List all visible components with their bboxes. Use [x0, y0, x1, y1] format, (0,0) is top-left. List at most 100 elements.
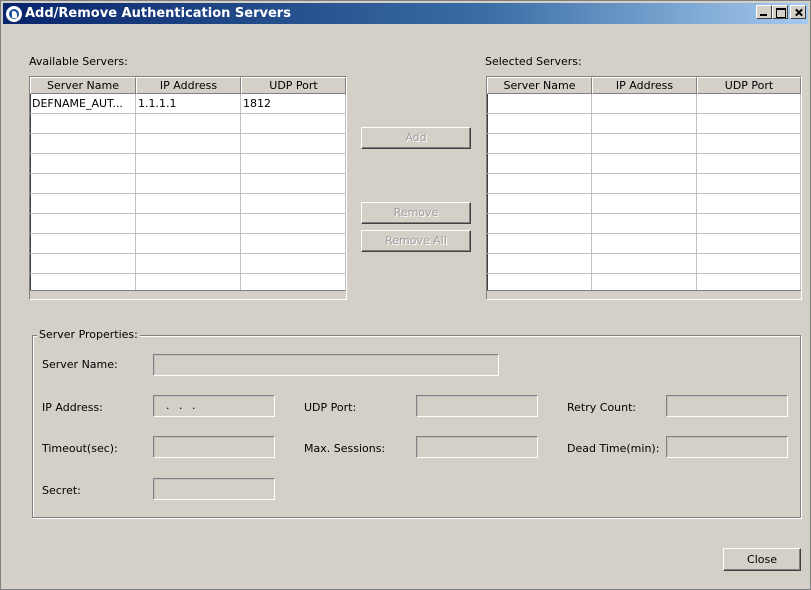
table-row[interactable]: [487, 174, 801, 194]
table-cell: 1.1.1.1: [136, 94, 241, 113]
table-cell: [487, 254, 592, 273]
server-name-field[interactable]: [153, 354, 499, 376]
table-cell: [697, 254, 801, 273]
selected-servers-table[interactable]: Server Name IP Address UDP Port: [486, 76, 802, 300]
ip-address-field[interactable]: . . .: [153, 395, 275, 417]
table-row[interactable]: [487, 154, 801, 174]
table-cell: [487, 154, 592, 173]
table-cell: DEFNAME_AUT...: [30, 94, 136, 113]
app-logo-icon[interactable]: [6, 5, 22, 22]
table-cell: [30, 134, 136, 153]
retry-count-field[interactable]: [666, 395, 788, 417]
dead-time-field[interactable]: [666, 436, 788, 458]
table-cell: [30, 194, 136, 213]
table-row[interactable]: [487, 214, 801, 234]
table-cell: [697, 154, 801, 173]
close-window-button[interactable]: [790, 5, 806, 19]
max-sessions-field[interactable]: [416, 436, 538, 458]
table-cell: [136, 234, 241, 253]
table-row[interactable]: [30, 234, 346, 254]
max-sessions-label: Max. Sessions:: [304, 442, 386, 455]
remove-all-button[interactable]: Remove All: [361, 230, 471, 252]
table-row[interactable]: [487, 134, 801, 154]
window-title: Add/Remove Authentication Servers: [25, 6, 291, 21]
table-cell: [487, 134, 592, 153]
table-cell: [592, 174, 697, 193]
table-scrollbar[interactable]: [30, 290, 346, 299]
table-cell: [136, 214, 241, 233]
table-cell: [30, 174, 136, 193]
table-cell: [592, 94, 697, 113]
udp-port-label: UDP Port:: [304, 401, 357, 414]
timeout-label: Timeout(sec):: [42, 442, 118, 455]
table-cell: [487, 234, 592, 253]
table-cell: [136, 134, 241, 153]
table-row[interactable]: [487, 114, 801, 134]
table-body: [487, 94, 801, 294]
close-button[interactable]: Close: [723, 548, 801, 571]
table-row[interactable]: [30, 194, 346, 214]
table-cell: [30, 114, 136, 133]
table-cell: [241, 174, 346, 193]
table-cell: [136, 154, 241, 173]
table-cell: [487, 94, 592, 113]
column-header-server-name[interactable]: Server Name: [487, 77, 592, 94]
table-cell: [697, 214, 801, 233]
table-row[interactable]: [30, 134, 346, 154]
table-cell: [487, 194, 592, 213]
available-servers-table[interactable]: Server Name IP Address UDP Port DEFNAME_…: [29, 76, 347, 300]
table-row[interactable]: [30, 254, 346, 274]
table-header: Server Name IP Address UDP Port: [30, 77, 346, 94]
table-row[interactable]: [30, 154, 346, 174]
table-cell: [697, 134, 801, 153]
table-cell: [241, 194, 346, 213]
column-header-ip-address[interactable]: IP Address: [136, 77, 241, 94]
remove-button[interactable]: Remove: [361, 202, 471, 224]
table-row[interactable]: [487, 234, 801, 254]
column-header-udp-port[interactable]: UDP Port: [697, 77, 801, 94]
table-row[interactable]: [30, 114, 346, 134]
retry-count-label: Retry Count:: [567, 401, 637, 414]
table-row[interactable]: [487, 254, 801, 274]
timeout-field[interactable]: [153, 436, 275, 458]
table-cell: [241, 154, 346, 173]
secret-field[interactable]: [153, 478, 275, 500]
table-row[interactable]: [30, 214, 346, 234]
server-name-label: Server Name:: [42, 358, 118, 371]
minimize-button[interactable]: [756, 5, 772, 19]
table-header: Server Name IP Address UDP Port: [487, 77, 801, 94]
table-cell: [30, 154, 136, 173]
table-cell: [697, 94, 801, 113]
column-header-server-name[interactable]: Server Name: [30, 77, 136, 94]
table-cell: [697, 194, 801, 213]
table-cell: [30, 214, 136, 233]
window-controls: [756, 5, 806, 19]
title-bar[interactable]: Add/Remove Authentication Servers: [3, 3, 808, 24]
table-cell: [592, 254, 697, 273]
dead-time-label: Dead Time(min):: [567, 442, 660, 455]
column-header-ip-address[interactable]: IP Address: [592, 77, 697, 94]
maximize-button[interactable]: [772, 5, 788, 19]
table-cell: [136, 254, 241, 273]
table-cell: [136, 174, 241, 193]
table-cell: [487, 174, 592, 193]
table-cell: [592, 234, 697, 253]
table-cell: [241, 254, 346, 273]
table-row[interactable]: [487, 194, 801, 214]
udp-port-field[interactable]: [416, 395, 538, 417]
table-row[interactable]: [487, 94, 801, 114]
add-button[interactable]: Add: [361, 127, 471, 149]
table-cell: [592, 194, 697, 213]
table-scrollbar[interactable]: [487, 290, 801, 299]
table-cell: [30, 254, 136, 273]
table-cell: [136, 114, 241, 133]
table-cell: [241, 214, 346, 233]
table-row[interactable]: [30, 174, 346, 194]
selected-servers-label: Selected Servers:: [485, 55, 582, 68]
table-cell: [697, 114, 801, 133]
table-row[interactable]: DEFNAME_AUT... 1.1.1.1 1812: [30, 94, 346, 114]
server-properties-legend: Server Properties:: [37, 328, 140, 341]
column-header-udp-port[interactable]: UDP Port: [241, 77, 346, 94]
table-body: DEFNAME_AUT... 1.1.1.1 1812: [30, 94, 346, 294]
table-cell: [241, 234, 346, 253]
